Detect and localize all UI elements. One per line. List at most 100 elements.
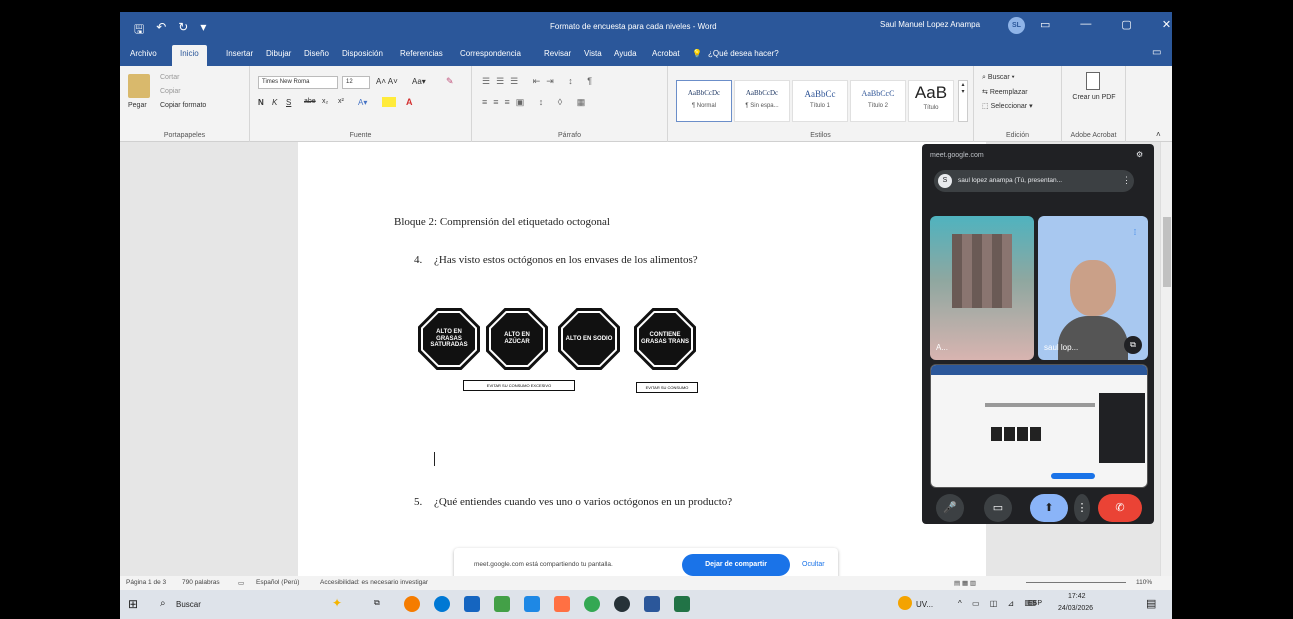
app-icon-2[interactable] — [494, 596, 510, 612]
clock-date[interactable]: 24/03/2026 — [1058, 605, 1093, 612]
style-heading1[interactable]: AaBbCc Título 1 — [792, 80, 848, 122]
more-options-icon[interactable]: ⋮ — [1122, 175, 1131, 186]
octagon-grasas-saturadas[interactable]: ALTO EN GRASAS SATURADAS — [418, 308, 480, 370]
cut-button[interactable]: Cortar — [160, 74, 179, 81]
weather-icon[interactable] — [898, 596, 912, 610]
tab-insertar[interactable]: Insertar — [226, 49, 253, 58]
tab-archivo[interactable]: Archivo — [130, 49, 157, 58]
app-icon-1[interactable] — [404, 596, 420, 612]
stop-sharing-button[interactable]: Dejar de compartir — [682, 554, 790, 576]
camera-icon[interactable]: ▭ — [984, 494, 1012, 522]
accessibility-status[interactable]: Accesibilidad: es necesario investigar — [320, 579, 428, 586]
pdf-icon[interactable] — [1086, 72, 1100, 90]
strikethrough-button[interactable]: abe — [304, 98, 316, 105]
user-name[interactable]: Saul Manuel Lopez Anampa — [880, 20, 980, 29]
present-icon[interactable]: ⬆ — [1030, 494, 1068, 522]
language-indicator[interactable]: ESP — [1028, 600, 1042, 607]
hangup-icon[interactable]: ✆ — [1098, 494, 1142, 522]
select-button[interactable]: ⬚ Seleccionar ▾ — [982, 102, 1033, 110]
participant-tile-1[interactable]: A... — [930, 216, 1034, 360]
zoom-slider[interactable] — [1026, 582, 1126, 583]
redo-icon[interactable]: ↻ — [178, 20, 188, 41]
app-icon-5[interactable] — [614, 596, 630, 612]
app-icon-4[interactable] — [554, 596, 570, 612]
language-indicator[interactable]: Español (Perú) — [256, 579, 299, 586]
screen-share-preview[interactable] — [930, 364, 1148, 488]
octagon-azucar[interactable]: ALTO EN AZÚCAR — [486, 308, 548, 370]
task-view-icon[interactable]: ⧉ — [374, 598, 380, 608]
style-no-spacing[interactable]: AaBbCcDc ¶ Sin espa... — [734, 80, 790, 122]
paste-button[interactable]: Pegar — [128, 102, 147, 109]
tab-ayuda[interactable]: Ayuda — [614, 49, 637, 58]
edge-icon[interactable] — [434, 596, 450, 612]
hide-button[interactable]: Ocultar — [802, 561, 825, 568]
avatar[interactable]: SL — [1008, 17, 1025, 34]
tab-revisar[interactable]: Revisar — [544, 49, 571, 58]
styles-scroll[interactable]: ▴ ▾ — [958, 80, 968, 122]
scrollbar-thumb[interactable] — [1163, 217, 1171, 287]
word-count[interactable]: 790 palabras — [182, 579, 220, 586]
weather-text[interactable]: UV... — [916, 600, 933, 609]
pip-settings-icon[interactable]: ⚙ — [1136, 150, 1143, 159]
windows-start-icon[interactable]: ⊞ — [128, 597, 138, 611]
font-size-dropdown[interactable]: 12 — [342, 76, 370, 89]
chrome-icon[interactable] — [584, 596, 600, 612]
list-icons[interactable]: ☰☰☰ ⇤⇥ ↕ ¶ — [482, 76, 598, 87]
collapse-ribbon-icon[interactable]: ˄ — [1156, 130, 1161, 139]
copilot-icon[interactable]: ✦ — [332, 596, 342, 610]
page-count[interactable]: Página 1 de 3 — [126, 579, 166, 586]
highlight-icon[interactable] — [382, 97, 396, 107]
microphone-icon[interactable]: 🎤 — [936, 494, 964, 522]
tab-vista[interactable]: Vista — [584, 49, 602, 58]
tab-dibujar[interactable]: Dibujar — [266, 49, 291, 58]
octagon-grasas-trans[interactable]: CONTIENE GRASAS TRANS — [634, 308, 696, 370]
copy-button[interactable]: Copiar — [160, 88, 181, 95]
app-icon-3[interactable] — [524, 596, 540, 612]
tab-acrobat[interactable]: Acrobat — [652, 49, 680, 58]
customize-qat-icon[interactable]: ▾ — [200, 20, 206, 41]
pin-icon[interactable]: ⧉ — [1124, 336, 1142, 354]
create-pdf-button[interactable]: Crear un PDF — [1070, 94, 1118, 101]
replace-button[interactable]: ⇆ Reemplazar — [982, 88, 1028, 96]
style-normal[interactable]: AaBbCcDc ¶ Normal — [676, 80, 732, 122]
bold-button[interactable]: N — [258, 98, 264, 107]
proofing-icon[interactable]: ▭ — [238, 579, 244, 587]
save-icon[interactable]: 🖫 — [134, 20, 144, 41]
tab-inicio[interactable]: Inicio — [172, 45, 207, 66]
font-name-dropdown[interactable]: Times New Roma — [258, 76, 338, 89]
tab-correspondencia[interactable]: Correspondencia — [460, 49, 521, 58]
participant-tile-2[interactable]: saul lop... ⁞ ⧉ — [1038, 216, 1148, 360]
maximize-icon[interactable]: ▢ — [1121, 18, 1131, 31]
view-mode-icons[interactable]: ▤ ▦ ▥ — [954, 579, 976, 587]
comments-icon[interactable]: ▭ — [1152, 47, 1161, 58]
ribbon-display-icon[interactable]: ▭ — [1040, 18, 1050, 31]
word-icon[interactable] — [644, 596, 660, 612]
excel-icon[interactable] — [674, 596, 690, 612]
subscript-button[interactable]: x₂ — [322, 98, 328, 105]
zoom-level[interactable]: 110% — [1136, 579, 1152, 586]
find-button[interactable]: ⌕ Buscar ▾ — [982, 74, 1015, 82]
meet-pip-window[interactable]: meet.google.com ⚙ S saul lopez anampa (T… — [922, 144, 1154, 524]
vertical-scrollbar[interactable] — [1160, 142, 1172, 576]
tell-me-search[interactable]: ¿Qué desea hacer? — [708, 49, 779, 58]
style-heading2[interactable]: AaBbCcC Título 2 — [850, 80, 906, 122]
align-icons[interactable]: ≡≡≡▣ ↕ ◊ ▦ — [482, 97, 591, 108]
minimize-icon[interactable]: — — [1080, 18, 1091, 31]
undo-icon[interactable]: ↶ — [156, 20, 166, 41]
underline-button[interactable]: S — [286, 98, 291, 107]
format-painter-button[interactable]: Copiar formato — [160, 102, 206, 109]
italic-button[interactable]: K — [272, 98, 277, 107]
paste-icon[interactable] — [128, 74, 150, 98]
font-color-icon[interactable]: A — [406, 97, 413, 107]
tab-referencias[interactable]: Referencias — [400, 49, 443, 58]
store-icon[interactable] — [464, 596, 480, 612]
taskbar-search[interactable]: Buscar — [176, 600, 201, 609]
clear-format-icon[interactable]: ✎ — [446, 76, 454, 87]
octagon-sodio[interactable]: ALTO EN SODIO — [558, 308, 620, 370]
superscript-button[interactable]: x² — [338, 98, 344, 105]
presenter-chip[interactable]: S saul lopez anampa (Tú, presentan... ⋮ — [934, 170, 1134, 192]
tab-diseno[interactable]: Diseño — [304, 49, 329, 58]
text-effects-icon[interactable]: A▾ — [358, 98, 367, 107]
grow-font-icon[interactable]: A˄ A˅ — [376, 77, 398, 86]
document-page[interactable]: Bloque 2: Comprensión del etiquetado oct… — [298, 142, 986, 576]
